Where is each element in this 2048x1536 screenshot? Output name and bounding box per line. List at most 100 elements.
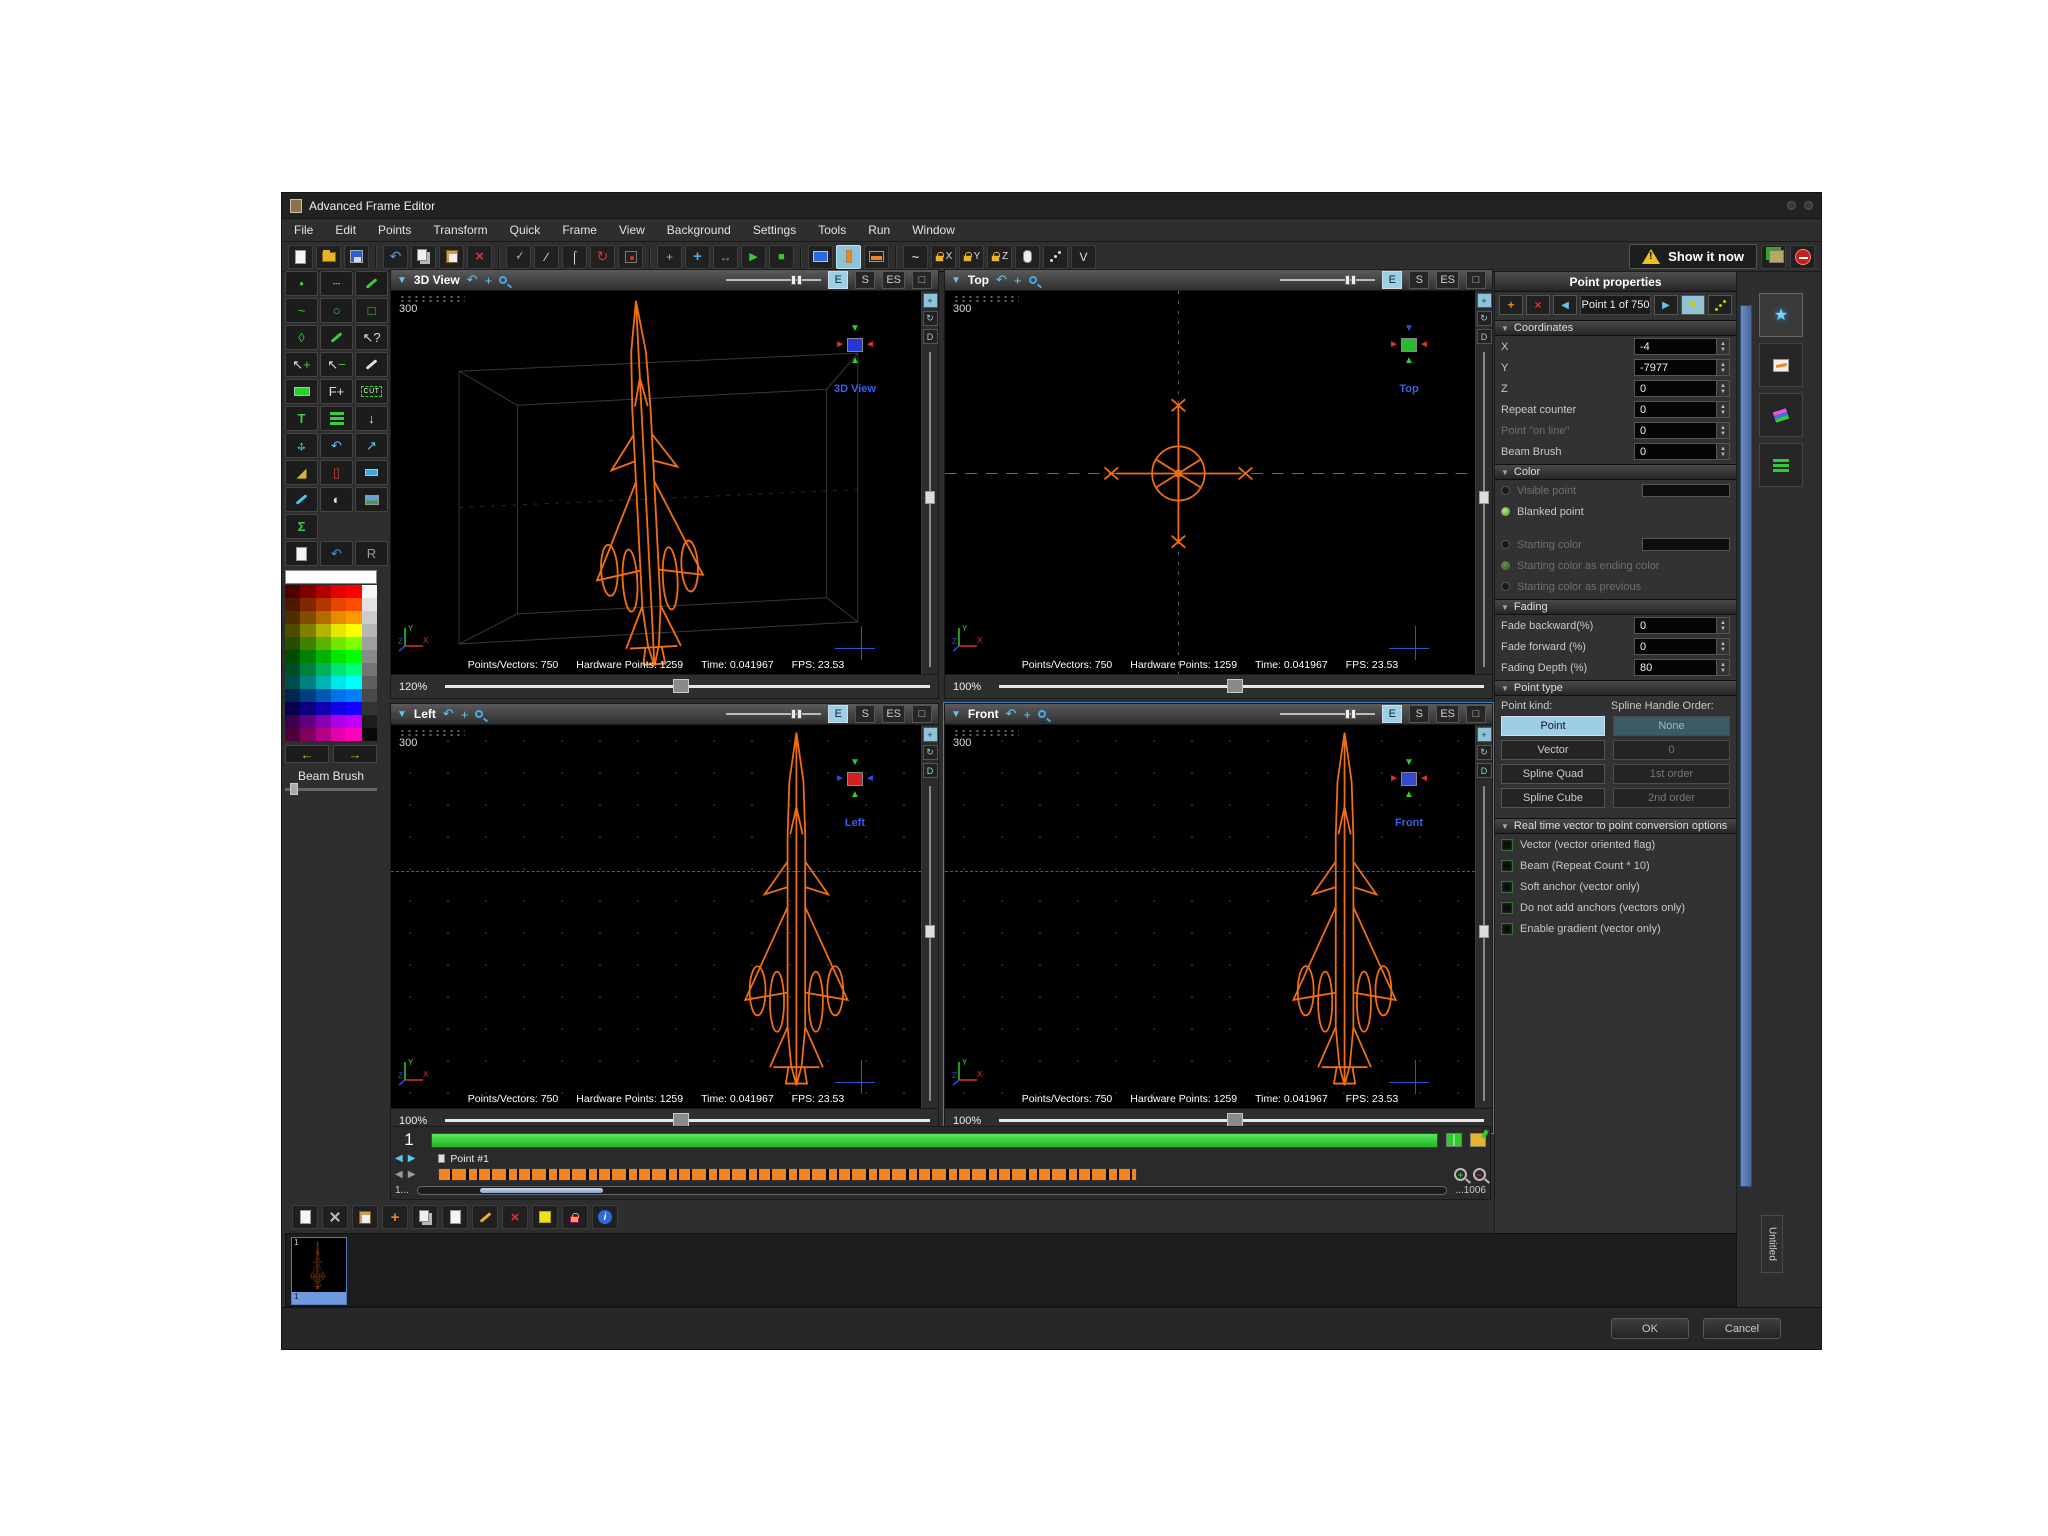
palette-swatch[interactable] xyxy=(346,585,361,598)
layers-button[interactable] xyxy=(1761,245,1786,269)
zoom-icon[interactable] xyxy=(499,276,507,284)
spinner-arrows[interactable]: ▲▼ xyxy=(1716,360,1729,375)
title-bar[interactable]: Advanced Frame Editor xyxy=(282,193,1821,219)
palette-swatch[interactable] xyxy=(331,650,346,663)
palette-swatch-gray[interactable] xyxy=(362,663,377,676)
frame-tool[interactable] xyxy=(285,379,318,404)
paste-button[interactable] xyxy=(439,245,464,269)
palette-swatch[interactable] xyxy=(300,689,315,702)
palette-swatch[interactable] xyxy=(346,624,361,637)
chevron-down-icon[interactable]: ▼ xyxy=(951,275,961,286)
palette-swatch-gray[interactable] xyxy=(362,715,377,728)
zoom-slider[interactable] xyxy=(445,1119,930,1122)
order-none-button[interactable]: None xyxy=(1613,716,1730,736)
palette-swatch[interactable] xyxy=(285,637,300,650)
palette-swatch[interactable] xyxy=(331,637,346,650)
ok-button[interactable]: OK xyxy=(1611,1318,1689,1339)
vertical-slider[interactable] xyxy=(1483,352,1485,667)
vertical-slider[interactable] xyxy=(929,786,931,1101)
order-0-button[interactable]: 0 xyxy=(1613,740,1730,760)
spinner-arrows[interactable]: ▲▼ xyxy=(1716,381,1729,396)
color-section-header[interactable]: ▼ Color xyxy=(1495,464,1736,480)
zoom-slider[interactable] xyxy=(999,685,1484,688)
point-segments-bar[interactable] xyxy=(438,1168,1136,1181)
mode-s-button[interactable]: S xyxy=(855,271,875,289)
chevron-down-icon[interactable]: ▼ xyxy=(397,709,407,720)
starting-as-previous-radio[interactable] xyxy=(1501,582,1510,591)
spinner-arrows[interactable]: ▲▼ xyxy=(1716,660,1729,675)
chevron-down-icon[interactable]: ▼ xyxy=(397,275,407,286)
axis-gizmo-3d[interactable]: ▼ ► ◄ ▲ 3D View xyxy=(823,321,887,395)
palette-swatch[interactable] xyxy=(316,585,331,598)
timeline-scrollbar-thumb[interactable] xyxy=(480,1188,603,1193)
palette-swatch[interactable] xyxy=(300,650,315,663)
kind-spline-cube-button[interactable]: Spline Cube xyxy=(1501,788,1605,808)
realtime-section-header[interactable]: ▼ Real time vector to point conversion o… xyxy=(1495,818,1736,834)
frame-cut-button[interactable] xyxy=(322,1205,348,1229)
mouse-button[interactable] xyxy=(1015,245,1040,269)
palette-swatch-gray[interactable] xyxy=(362,624,377,637)
palette-swatch[interactable] xyxy=(316,728,331,741)
spinner-arrows[interactable]: ▲▼ xyxy=(1716,423,1729,438)
spinner-arrows[interactable]: ▲▼ xyxy=(1716,339,1729,354)
palette-swatch[interactable] xyxy=(331,624,346,637)
palette-swatch[interactable] xyxy=(300,676,315,689)
palette-swatch[interactable] xyxy=(285,663,300,676)
smart-select-tool[interactable]: ↖? xyxy=(355,325,388,350)
frame-info-button[interactable]: i xyxy=(592,1205,618,1229)
lock-x-button[interactable]: X xyxy=(931,245,956,269)
header-slider[interactable] xyxy=(726,713,821,715)
v-button[interactable]: V xyxy=(1071,245,1096,269)
orbit-icon[interactable]: ↶ xyxy=(467,272,478,288)
cut-tool[interactable]: CUT xyxy=(355,379,388,404)
starting-as-ending-radio[interactable] xyxy=(1501,561,1510,570)
palette-swatch[interactable] xyxy=(285,598,300,611)
axis-gizmo-top[interactable]: ▼ ► ◄ ▲ Top xyxy=(1377,321,1441,395)
cancel-button[interactable]: Cancel xyxy=(1703,1318,1781,1339)
menu-run[interactable]: Run xyxy=(868,223,890,237)
palette-swatch[interactable] xyxy=(285,611,300,624)
point-on-line-input[interactable]: 0▲▼ xyxy=(1634,422,1730,439)
header-slider[interactable] xyxy=(1280,279,1375,281)
mode-s-button[interactable]: S xyxy=(1409,271,1429,289)
frame-color-button[interactable] xyxy=(532,1205,558,1229)
frame-duration-bar[interactable] xyxy=(431,1133,1438,1148)
beam-brush-slider[interactable] xyxy=(285,788,377,791)
menu-tools[interactable]: Tools xyxy=(818,223,846,237)
mode-es-button[interactable]: ES xyxy=(1436,271,1459,289)
palette-swatch-gray[interactable] xyxy=(362,650,377,663)
palette-swatch[interactable] xyxy=(331,728,346,741)
palette-swatch[interactable] xyxy=(316,702,331,715)
beam-brush-input[interactable]: 0▲▼ xyxy=(1634,443,1730,460)
zoom-slider-thumb[interactable] xyxy=(1227,1113,1243,1127)
play-button[interactable]: ▶ xyxy=(741,245,766,269)
spinner-arrows[interactable]: ▲▼ xyxy=(1716,444,1729,459)
palette-swatch[interactable] xyxy=(346,702,361,715)
output-monitor-button[interactable] xyxy=(864,245,889,269)
image-tool[interactable] xyxy=(355,487,388,512)
palette-swatch[interactable] xyxy=(331,689,346,702)
menu-file[interactable]: File xyxy=(294,223,313,237)
vertical-slider-thumb[interactable] xyxy=(1479,925,1489,938)
anchor-grid-button[interactable] xyxy=(618,245,643,269)
contrast-tool[interactable]: ◐ xyxy=(320,487,353,512)
menu-settings[interactable]: Settings xyxy=(753,223,796,237)
palette-swatch[interactable] xyxy=(346,728,361,741)
minimize-button[interactable] xyxy=(1787,201,1796,210)
palette-swatch-gray[interactable] xyxy=(362,689,377,702)
kind-point-button[interactable]: Point xyxy=(1501,716,1605,736)
canvas-top[interactable]: 300 ▼ ► ◄ ▲ Top Points/Vectors: 750 Hard… xyxy=(945,291,1475,674)
pan-icon[interactable]: + xyxy=(1023,707,1031,722)
step-forward-button[interactable]: ▶ xyxy=(408,1169,416,1180)
point-tool-button[interactable]: ·∕ xyxy=(506,245,531,269)
lock-y-button[interactable]: Y xyxy=(959,245,984,269)
repeat-counter-input[interactable]: 0▲▼ xyxy=(1634,401,1730,418)
beam-repeat-checkbox[interactable] xyxy=(1501,860,1513,872)
axis-gizmo-front[interactable]: ▼ ► ◄ ▲ Front xyxy=(1377,755,1441,829)
palette-swatch[interactable] xyxy=(346,715,361,728)
zoom-icon[interactable] xyxy=(475,710,483,718)
palette-swatch[interactable] xyxy=(316,663,331,676)
save-button[interactable] xyxy=(344,245,369,269)
tab-lines[interactable] xyxy=(1759,443,1803,487)
palette-swatch[interactable] xyxy=(300,728,315,741)
